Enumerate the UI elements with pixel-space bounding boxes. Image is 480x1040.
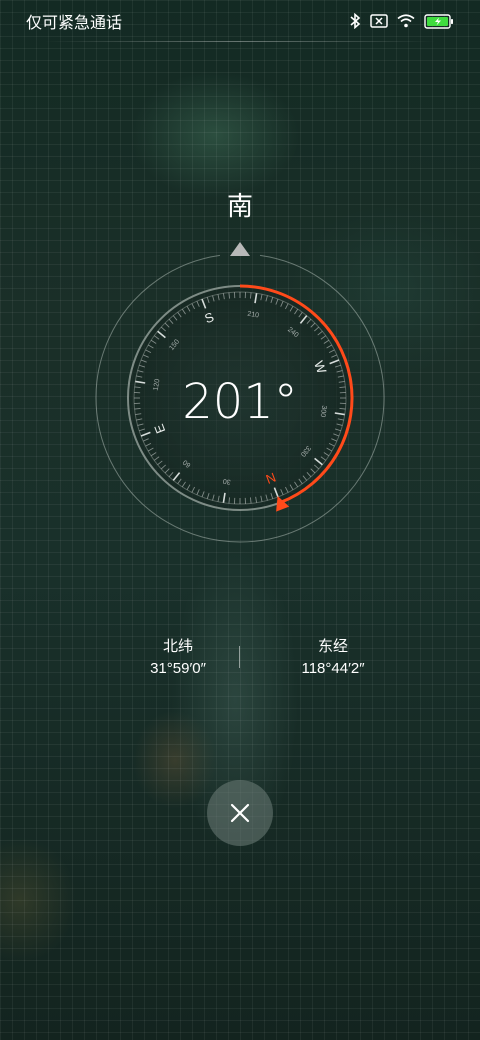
close-button[interactable] — [207, 780, 273, 846]
latitude-label: 北纬 — [162, 637, 193, 655]
longitude-value: 118°44′2″ — [301, 660, 365, 677]
compass-tick — [134, 386, 141, 388]
longitude-block: 东经 118°44′2″ — [253, 636, 413, 680]
latitude-value: 31°59′0″ — [150, 660, 206, 677]
compass-tick — [228, 292, 230, 299]
heading-degrees: 201° — [182, 374, 298, 430]
status-divider — [44, 41, 436, 42]
battery-charging-icon — [424, 13, 453, 29]
status-bar: 仅可紧急通话 — [0, 0, 480, 42]
bluetooth-icon — [350, 13, 361, 29]
status-icons — [349, 13, 454, 29]
wifi-icon — [397, 14, 415, 28]
compass-tick — [134, 408, 141, 410]
degree-label: 30 — [222, 477, 231, 485]
compass-tick — [250, 497, 252, 504]
compass-tick — [250, 292, 252, 299]
compass-tick — [339, 408, 346, 410]
compass-dial[interactable]: NESW3060120150210240300330 201° — [0, 230, 480, 550]
latitude-block: 北纬 31°59′0″ — [98, 636, 258, 680]
carrier-status: 仅可紧急通话 — [26, 13, 123, 32]
direction-label: 南 — [226, 192, 253, 222]
compass-tick — [228, 497, 230, 504]
compass-tick — [339, 386, 346, 388]
close-icon — [230, 803, 250, 823]
longitude-label: 东经 — [317, 637, 348, 655]
no-sim-icon — [370, 14, 388, 28]
top-indicator-icon — [230, 242, 250, 256]
coordinate-divider — [239, 646, 240, 668]
